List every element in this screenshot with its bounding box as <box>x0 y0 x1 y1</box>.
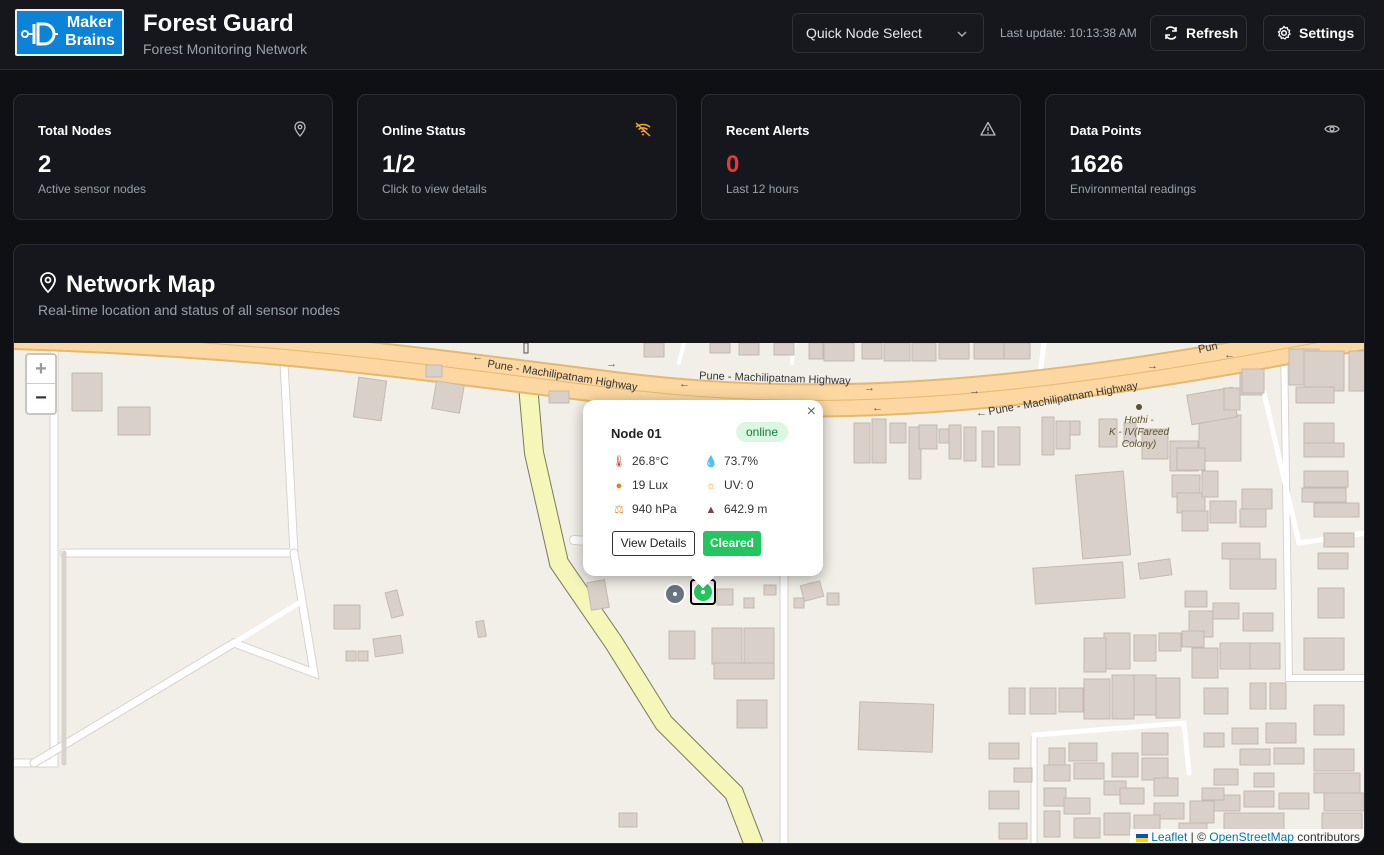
card-title: Total Nodes <box>38 123 112 138</box>
light-reading: ● 19 Lux <box>612 478 668 492</box>
uv-value: UV: 0 <box>724 478 754 492</box>
map-pin-icon <box>294 121 306 137</box>
card-title: Recent Alerts <box>726 123 810 138</box>
quick-node-select[interactable]: Quick Node Select <box>792 13 984 53</box>
quick-node-select-value: Quick Node Select <box>806 25 922 41</box>
svg-text:←: ← <box>976 407 987 419</box>
attribution-separator: | © <box>1187 830 1210 844</box>
card-online-status[interactable]: Online Status 1/2 Click to view details <box>357 94 677 220</box>
node-popup: × Node 01 online 🌡 26.8°C 💧 73.7% ● 19 Lux … <box>583 400 823 576</box>
app-title: Forest Guard <box>143 10 294 37</box>
app-subtitle: Forest Monitoring Network <box>143 41 308 57</box>
svg-text:←: ← <box>872 402 883 414</box>
svg-text:←: ← <box>472 351 483 363</box>
svg-text:→: → <box>1147 360 1158 372</box>
refresh-icon <box>1165 26 1177 40</box>
wifi-off-icon <box>635 122 651 137</box>
map-attribution: Leaflet | © OpenStreetMap contributors <box>1129 829 1364 844</box>
map-subtitle: Real-time location and status of all sen… <box>38 302 340 318</box>
humidity-value: 73.7% <box>724 454 759 468</box>
uv-reading: ☼ UV: 0 <box>704 478 754 492</box>
card-total-nodes: Total Nodes 2 Active sensor nodes <box>13 94 333 220</box>
temperature-reading: 🌡 26.8°C <box>612 454 669 468</box>
card-subtitle: Last 12 hours <box>726 182 799 196</box>
svg-text:→: → <box>864 382 875 394</box>
zoom-out-button[interactable]: − <box>27 384 55 413</box>
settings-label: Settings <box>1299 25 1355 41</box>
maker-brains-logo: Maker Brains <box>15 9 124 56</box>
thermometer-icon: 🌡 <box>612 456 626 468</box>
svg-text:←: ← <box>679 378 690 390</box>
network-map-card: Network Map Real-time location and statu… <box>13 244 1365 844</box>
logo-text: Maker Brains <box>61 14 119 50</box>
popup-node-name: Node 01 <box>611 426 662 441</box>
mountain-icon: ▲ <box>705 504 717 516</box>
zoom-in-button[interactable]: + <box>27 355 55 384</box>
humidity-reading: 💧 73.7% <box>704 454 758 468</box>
gauge-icon: ⚖ <box>614 504 624 516</box>
logo-line-2: Brains <box>65 32 115 49</box>
card-subtitle: Environmental readings <box>1070 182 1197 196</box>
node-marker-offline[interactable] <box>664 583 686 605</box>
pressure-value: 940 hPa <box>632 502 677 516</box>
card-value: 1/2 <box>382 151 416 178</box>
map-pin-icon <box>40 272 56 294</box>
osm-link[interactable]: OpenStreetMap <box>1209 830 1294 843</box>
temperature-value: 26.8°C <box>632 454 669 468</box>
cleared-button[interactable]: Cleared <box>703 531 761 556</box>
close-icon[interactable]: × <box>807 403 816 421</box>
droplet-icon: 💧 <box>704 456 718 468</box>
ukraine-flag-icon <box>1135 833 1148 842</box>
card-recent-alerts: Recent Alerts 0 Last 12 hours <box>701 94 1021 220</box>
warning-icon <box>980 121 996 136</box>
svg-text:→: → <box>606 358 617 370</box>
place-label: Colony) <box>1122 439 1156 450</box>
chevron-down-icon <box>957 31 967 38</box>
last-update-text: Last update: 10:13:38 AM <box>1000 26 1137 40</box>
uv-icon: ☼ <box>705 480 717 492</box>
altitude-value: 642.9 m <box>724 502 768 516</box>
attribution-tail: contributors <box>1293 830 1360 844</box>
card-value: 0 <box>726 151 740 178</box>
card-data-points: Data Points 1626 Environmental readings <box>1045 94 1365 220</box>
card-subtitle: Click to view details <box>382 182 487 196</box>
place-label: Hothi - <box>1124 415 1154 426</box>
eye-icon <box>1324 125 1340 133</box>
card-subtitle: Active sensor nodes <box>38 182 147 196</box>
map-title: Network Map <box>66 271 216 298</box>
place-label: K - IV(Fareed <box>1109 427 1169 438</box>
leaflet-link[interactable]: Leaflet <box>1151 830 1187 843</box>
card-title: Online Status <box>382 123 466 138</box>
card-value: 2 <box>38 151 52 178</box>
sun-icon: ● <box>615 480 623 492</box>
altitude-reading: ▲ 642.9 m <box>704 502 768 516</box>
light-value: 19 Lux <box>632 478 669 492</box>
settings-button[interactable]: Settings <box>1263 15 1365 51</box>
view-details-button[interactable]: View Details <box>612 531 695 556</box>
refresh-label: Refresh <box>1186 25 1239 41</box>
card-title: Data Points <box>1070 123 1142 138</box>
svg-text:←: ← <box>1224 349 1235 361</box>
logo-line-1: Maker <box>66 14 114 31</box>
zoom-control: + − <box>25 353 57 415</box>
svg-text:→: → <box>969 385 980 397</box>
pressure-reading: ⚖ 940 hPa <box>612 502 677 516</box>
gear-icon <box>1277 25 1291 40</box>
status-badge: online <box>736 422 789 442</box>
refresh-button[interactable]: Refresh <box>1150 15 1247 51</box>
leaflet-map[interactable]: ← → ← → ← → ← → ← Pune - Machilipatnam Highway… <box>14 343 1364 844</box>
logo-mark-icon <box>21 22 58 46</box>
app-header: Maker Brains Forest Guard Forest Monitor… <box>0 0 1384 70</box>
card-value: 1626 <box>1070 151 1124 178</box>
